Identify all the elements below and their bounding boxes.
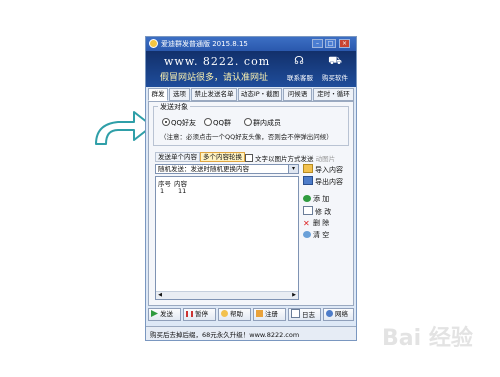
button-label: 注册 xyxy=(265,310,278,318)
table-cell-index[interactable]: 1 xyxy=(160,187,164,195)
button-label: 导出内容 xyxy=(315,178,343,186)
radio-group-members[interactable]: 群内成员 xyxy=(244,118,281,128)
chevron-down-icon[interactable]: ▾ xyxy=(288,165,298,173)
edit-icon xyxy=(303,206,313,215)
radio-dot[interactable] xyxy=(204,118,212,126)
play-icon xyxy=(151,310,158,317)
status-bar: 购买后去掉后缀，68元永久升级！www.8222.com xyxy=(146,326,356,340)
tab-multi-content[interactable]: 多个内容轮换 xyxy=(200,152,245,162)
add-button[interactable]: 添 加 xyxy=(303,194,329,204)
checkbox-box[interactable] xyxy=(245,154,253,162)
button-label: 发送 xyxy=(160,310,173,318)
help-icon xyxy=(221,310,228,317)
title-bar: 爱迪群发普通版 2015.8.15 – □ × xyxy=(146,37,356,51)
app-window: 爱迪群发普通版 2015.8.15 – □ × www. 8222. com 假… xyxy=(145,36,357,341)
log-icon xyxy=(291,309,300,318)
help-button[interactable]: 帮助 xyxy=(218,308,251,321)
radio-label: 群内成员 xyxy=(253,119,281,127)
contact-support-link[interactable]: 联系客服 xyxy=(287,72,313,82)
clear-icon xyxy=(303,231,311,238)
export-content-button[interactable]: 导出内容 xyxy=(303,176,343,187)
lock-icon xyxy=(256,310,263,317)
tab-mass-send[interactable]: 群发 xyxy=(148,88,168,101)
radio-label: QQ群 xyxy=(213,119,232,127)
radio-qq-friend[interactable]: QQ好友 xyxy=(162,118,196,128)
checkbox-label: 文字以图片方式发送 xyxy=(255,155,314,163)
text-as-image-checkbox[interactable]: 文字以图片方式发送 动图片 xyxy=(245,153,335,163)
radio-qq-group[interactable]: QQ群 xyxy=(204,118,231,128)
window-title: 爱迪群发普通版 2015.8.15 xyxy=(161,40,248,48)
banner-site: www. 8222. com xyxy=(164,55,271,68)
import-content-button[interactable]: 导入内容 xyxy=(303,164,343,175)
tab-blocklist[interactable]: 禁止发送名单 xyxy=(191,88,237,101)
watermark: Bai 经验 xyxy=(382,326,473,351)
dropdown-value: 随机发送：发送时随机更换内容 xyxy=(158,165,249,173)
scroll-left-icon[interactable]: ◀ xyxy=(156,292,164,299)
tab-schedule[interactable]: 定时・循环 xyxy=(313,88,354,101)
log-button[interactable]: 日志 xyxy=(288,308,321,321)
horizontal-scrollbar[interactable]: ◀ ▶ xyxy=(156,291,298,299)
status-text: 购买后去掉后缀，68元永久升级！www.8222.com xyxy=(150,331,300,339)
send-button[interactable]: 发送 xyxy=(148,308,181,321)
register-button[interactable]: 注册 xyxy=(253,308,286,321)
target-note: （注意：必须点击一个QQ好友头像，否则会不停弹出问候） xyxy=(160,133,333,141)
table-cell-content[interactable]: 11 xyxy=(178,187,186,195)
headset-icon[interactable]: ☊ xyxy=(292,55,306,67)
tab-greeting[interactable]: 问候语 xyxy=(283,88,312,101)
button-label: 日志 xyxy=(302,311,315,319)
radio-dot[interactable] xyxy=(162,118,170,126)
ad-banner[interactable]: www. 8222. com 假冒网站很多，请认准网址 ☊ ⛟ 联系客服 购买软… xyxy=(146,51,356,87)
button-label: 导入内容 xyxy=(315,166,343,174)
buy-software-link[interactable]: 购买软件 xyxy=(322,72,348,82)
close-button[interactable]: × xyxy=(339,39,350,48)
pause-icon xyxy=(186,311,193,317)
folder-icon xyxy=(303,164,313,173)
cart-icon[interactable]: ⛟ xyxy=(328,55,342,67)
save-icon xyxy=(303,176,313,185)
maximize-button[interactable]: □ xyxy=(325,39,336,48)
app-icon xyxy=(149,39,158,48)
network-icon xyxy=(326,310,333,317)
clear-button[interactable]: 清 空 xyxy=(303,230,329,240)
delete-button[interactable]: ✕ 删 除 xyxy=(303,218,329,228)
button-label: 暂停 xyxy=(195,310,208,318)
button-label: 修 改 xyxy=(315,208,332,216)
add-icon xyxy=(303,195,311,202)
target-group-title: 发送对象 xyxy=(158,102,190,112)
tab-dynamic-ip[interactable]: 动态IP・截图 xyxy=(238,88,282,101)
button-label: 删 除 xyxy=(313,219,330,227)
mass-send-panel: 发送对象 QQ好友 QQ群 群内成员 （注意：必须点击一个QQ好友头像，否则会不… xyxy=(148,101,354,306)
banner-slogan: 假冒网站很多，请认准网址 xyxy=(160,73,269,83)
tab-bar: 群发 选项 禁止发送名单 动态IP・截图 问候语 定时・循环 xyxy=(148,88,354,101)
scroll-right-icon[interactable]: ▶ xyxy=(290,292,298,299)
pause-button[interactable]: 暂停 xyxy=(183,308,216,321)
radio-dot[interactable] xyxy=(244,118,252,126)
disabled-option-label: 动图片 xyxy=(315,155,336,163)
network-button[interactable]: 网络 xyxy=(323,308,354,321)
target-group: 发送对象 QQ好友 QQ群 群内成员 （注意：必须点击一个QQ好友头像，否则会不… xyxy=(153,102,349,146)
content-table[interactable]: 序号 内容 1 11 ◀ ▶ xyxy=(155,176,299,300)
button-label: 清 空 xyxy=(313,231,330,239)
tab-single-content[interactable]: 发送单个内容 xyxy=(155,152,200,162)
action-bar: 发送 暂停 帮助 注册 日志 网络 xyxy=(148,308,354,322)
edit-button[interactable]: 修 改 xyxy=(303,206,331,217)
send-mode-dropdown[interactable]: 随机发送：发送时随机更换内容 ▾ xyxy=(155,164,299,174)
minimize-button[interactable]: – xyxy=(312,39,323,48)
button-label: 网络 xyxy=(335,310,348,318)
delete-icon: ✕ xyxy=(303,219,310,228)
button-label: 添 加 xyxy=(313,195,330,203)
radio-label: QQ好友 xyxy=(171,119,197,127)
button-label: 帮助 xyxy=(230,310,243,318)
tab-options[interactable]: 选项 xyxy=(169,88,190,101)
